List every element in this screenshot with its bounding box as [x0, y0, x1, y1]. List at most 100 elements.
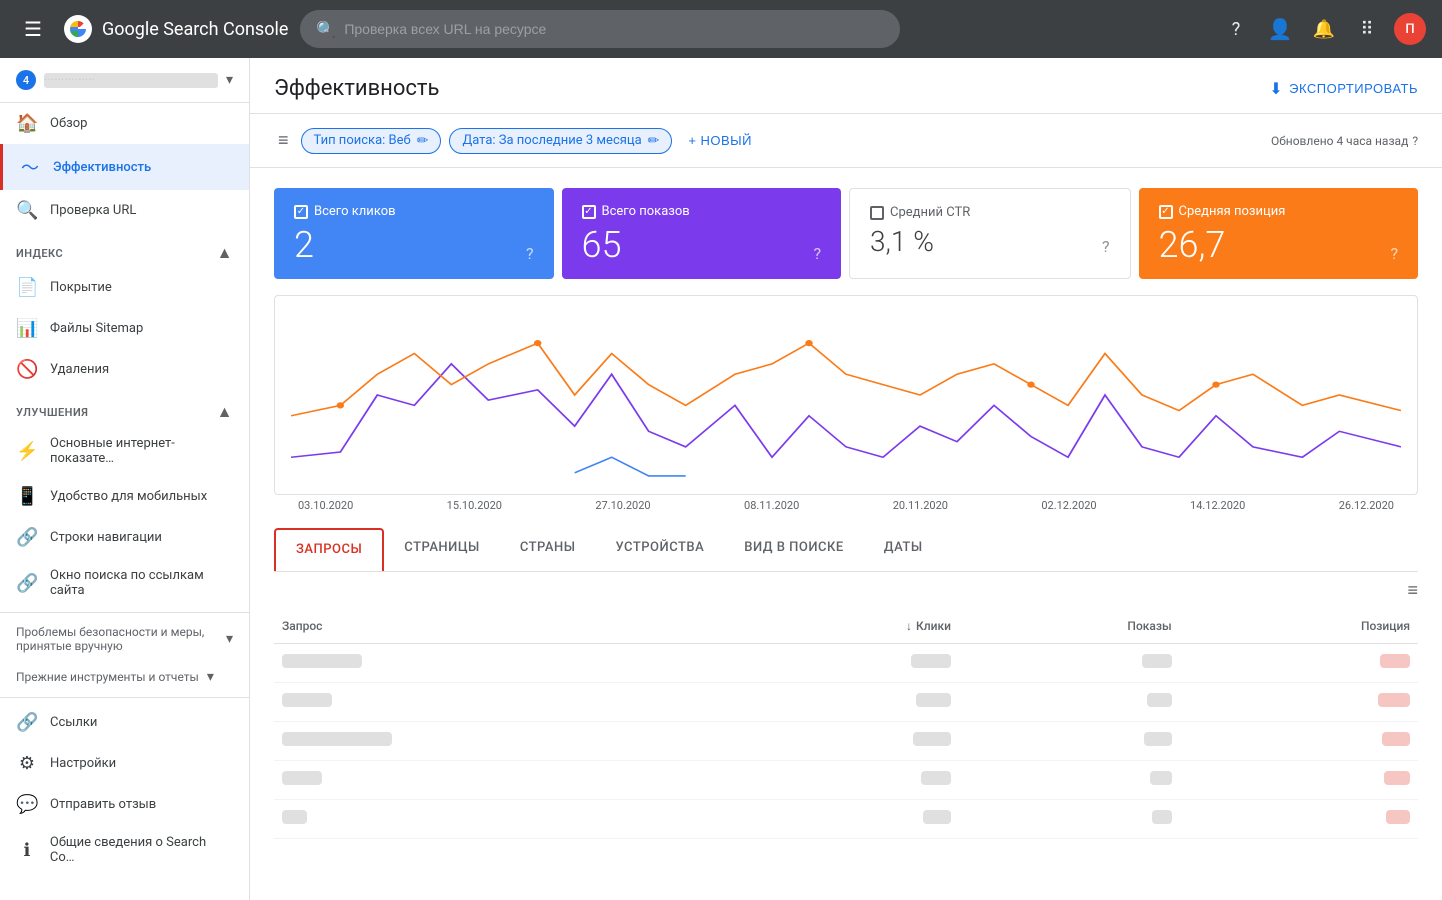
property-selector[interactable]: 4 ··············· ▾ [0, 58, 249, 103]
filter-icon[interactable]: ≡ [274, 126, 293, 155]
menu-icon[interactable]: ☰ [16, 9, 50, 49]
sidebar-item-label: Удаления [50, 362, 109, 377]
page-header: Эффективность ⬇ ЭКСПОРТИРОВАТЬ [250, 58, 1442, 114]
sidebar-item-label: Файлы Sitemap [50, 321, 143, 336]
apps-button[interactable]: ⠿ [1350, 11, 1386, 47]
sidebar-item-legacy[interactable]: Прежние инструменты и отчеты ▾ [0, 661, 249, 693]
sidebar-item-url-inspection[interactable]: 🔍 Проверка URL [0, 190, 249, 231]
accounts-button[interactable]: 👤 [1262, 11, 1298, 47]
sidebar-item-label: Проверка URL [50, 203, 136, 218]
export-button[interactable]: ⬇ ЭКСПОРТИРОВАТЬ [1269, 79, 1418, 99]
property-num: 4 [16, 70, 36, 90]
metric-checkbox-impressions[interactable] [582, 205, 596, 219]
settings-icon: ⚙ [16, 753, 38, 774]
notifications-button[interactable]: 🔔 [1306, 11, 1342, 47]
sidebar-item-removals[interactable]: 🚫 Удаления [0, 349, 249, 390]
metric-card-ctr[interactable]: Средний CTR 3,1 % ? [849, 188, 1131, 279]
main-layout: 4 ··············· ▾ 🏠 Обзор 〜 Эффективно… [0, 58, 1442, 900]
chevron-down-icon: ▾ [226, 631, 233, 647]
metric-checkbox-clicks[interactable] [294, 205, 308, 219]
metric-help-icon[interactable]: ? [1102, 237, 1110, 256]
edit-icon: ✏ [417, 133, 429, 149]
nav-icons: ? 👤 🔔 ⠿ П [1218, 11, 1426, 47]
sidebar-item-security[interactable]: Проблемы безопасности и меры, принятые в… [0, 617, 249, 661]
sidebar-item-core-vitals[interactable]: ⚡ Основные интернет-показате… [0, 426, 249, 476]
filter-search-type[interactable]: Тип поиска: Веб ✏ [301, 128, 442, 154]
metrics-row: Всего кликов 2 ? Всего показов 65 ? [250, 168, 1442, 279]
tab-pages[interactable]: СТРАНИЦЫ [384, 528, 500, 571]
metric-checkbox-ctr[interactable] [870, 206, 884, 220]
metric-card-clicks[interactable]: Всего кликов 2 ? [274, 188, 554, 279]
index-collapse-icon[interactable]: ▲ [217, 243, 233, 263]
sidebar-item-links[interactable]: 🔗 Ссылки [0, 702, 249, 743]
metric-card-position[interactable]: Средняя позиция 26,7 ? [1139, 188, 1419, 279]
sidebar-item-label: Основные интернет-показате… [50, 436, 233, 466]
divider [0, 612, 249, 613]
metric-card-impressions[interactable]: Всего показов 65 ? [562, 188, 842, 279]
search-bar[interactable]: 🔍 [300, 10, 900, 48]
updated-status: Обновлено 4 часа назад ? [1271, 134, 1418, 148]
search-input[interactable] [344, 21, 884, 37]
page-title: Эффективность [274, 76, 439, 101]
export-icon: ⬇ [1269, 79, 1283, 99]
chart-area: 03.10.2020 15.10.2020 27.10.2020 08.11.2… [250, 279, 1442, 512]
metric-help-icon[interactable]: ? [526, 244, 534, 263]
sidebar-item-sitemaps[interactable]: 📊 Файлы Sitemap [0, 308, 249, 349]
col-header-query: Запрос [274, 609, 736, 644]
tab-dates[interactable]: ДАТЫ [864, 528, 943, 571]
filters-bar: ≡ Тип поиска: Веб ✏ Дата: За последние 3… [250, 114, 1442, 168]
chevron-down-icon: ▾ [207, 669, 214, 685]
search-small-icon: 🔍 [16, 200, 38, 221]
table-row[interactable] [274, 722, 1418, 761]
edit-icon: ✏ [648, 133, 660, 149]
sidebar-item-coverage[interactable]: 📄 Покрытие [0, 267, 249, 308]
sidebar-item-label: Удобство для мобильных [50, 489, 207, 504]
tab-countries[interactable]: СТРАНЫ [500, 528, 596, 571]
tab-devices[interactable]: УСТРОЙСТВА [595, 528, 724, 571]
sitelinks-icon: 🔗 [16, 573, 38, 594]
table-row[interactable] [274, 800, 1418, 839]
sidebar-item-performance[interactable]: 〜 Эффективность [0, 144, 249, 190]
sidebar-item-settings[interactable]: ⚙ Настройки [0, 743, 249, 784]
table-body [274, 644, 1418, 839]
metric-help-icon[interactable]: ? [1390, 244, 1398, 263]
sidebar-item-label: Строки навигации [50, 530, 162, 545]
sidebar-item-sitelinks[interactable]: 🔗 Окно поиска по ссылкам сайта [0, 558, 249, 608]
sidebar-item-about[interactable]: ℹ Общие сведения о Search Co… [0, 825, 249, 875]
sidebar-item-overview[interactable]: 🏠 Обзор [0, 103, 249, 144]
apps-icon: ⠿ [1360, 19, 1375, 40]
removals-icon: 🚫 [16, 359, 38, 380]
help-small-icon[interactable]: ? [1412, 134, 1418, 148]
sidebar-item-label: Покрытие [50, 280, 112, 295]
avatar[interactable]: П [1394, 13, 1426, 45]
table-row[interactable] [274, 683, 1418, 722]
filter-date-range[interactable]: Дата: За последние 3 месяца ✏ [449, 128, 672, 154]
sidebar: 4 ··············· ▾ 🏠 Обзор 〜 Эффективно… [0, 58, 250, 900]
info-icon: ℹ [16, 840, 38, 861]
index-section-header: Индекс ▲ [0, 231, 249, 267]
table-row[interactable] [274, 761, 1418, 800]
coverage-icon: 📄 [16, 277, 38, 298]
help-button[interactable]: ? [1218, 11, 1254, 47]
notifications-icon: 🔔 [1313, 19, 1335, 40]
metric-checkbox-position[interactable] [1159, 205, 1173, 219]
search-icon: 🔍 [316, 20, 336, 39]
col-header-impressions: Показы [959, 609, 1180, 644]
tab-queries[interactable]: ЗАПРОСЫ [274, 528, 384, 571]
google-logo [62, 13, 94, 45]
col-header-clicks[interactable]: ↓ Клики [736, 609, 959, 644]
sidebar-item-feedback[interactable]: 💬 Отправить отзыв [0, 784, 249, 825]
sidebar-item-mobile[interactable]: 📱 Удобство для мобильных [0, 476, 249, 517]
improvements-collapse-icon[interactable]: ▲ [217, 402, 233, 422]
divider [0, 697, 249, 698]
table-filter-icon[interactable]: ≡ [1407, 580, 1418, 601]
new-filter-button[interactable]: + НОВЫЙ [680, 129, 760, 152]
tabs-bar: ЗАПРОСЫ СТРАНИЦЫ СТРАНЫ УСТРОЙСТВА ВИД В… [274, 528, 1418, 572]
main-content: Эффективность ⬇ ЭКСПОРТИРОВАТЬ ≡ Тип пои… [250, 58, 1442, 900]
metric-help-icon[interactable]: ? [813, 244, 821, 263]
links-icon: 🔗 [16, 712, 38, 733]
table-row[interactable] [274, 644, 1418, 683]
tab-search-type[interactable]: ВИД В ПОИСКЕ [724, 528, 864, 571]
app-title: Google Search Console [102, 19, 288, 40]
sidebar-item-breadcrumbs[interactable]: 🔗 Строки навигации [0, 517, 249, 558]
